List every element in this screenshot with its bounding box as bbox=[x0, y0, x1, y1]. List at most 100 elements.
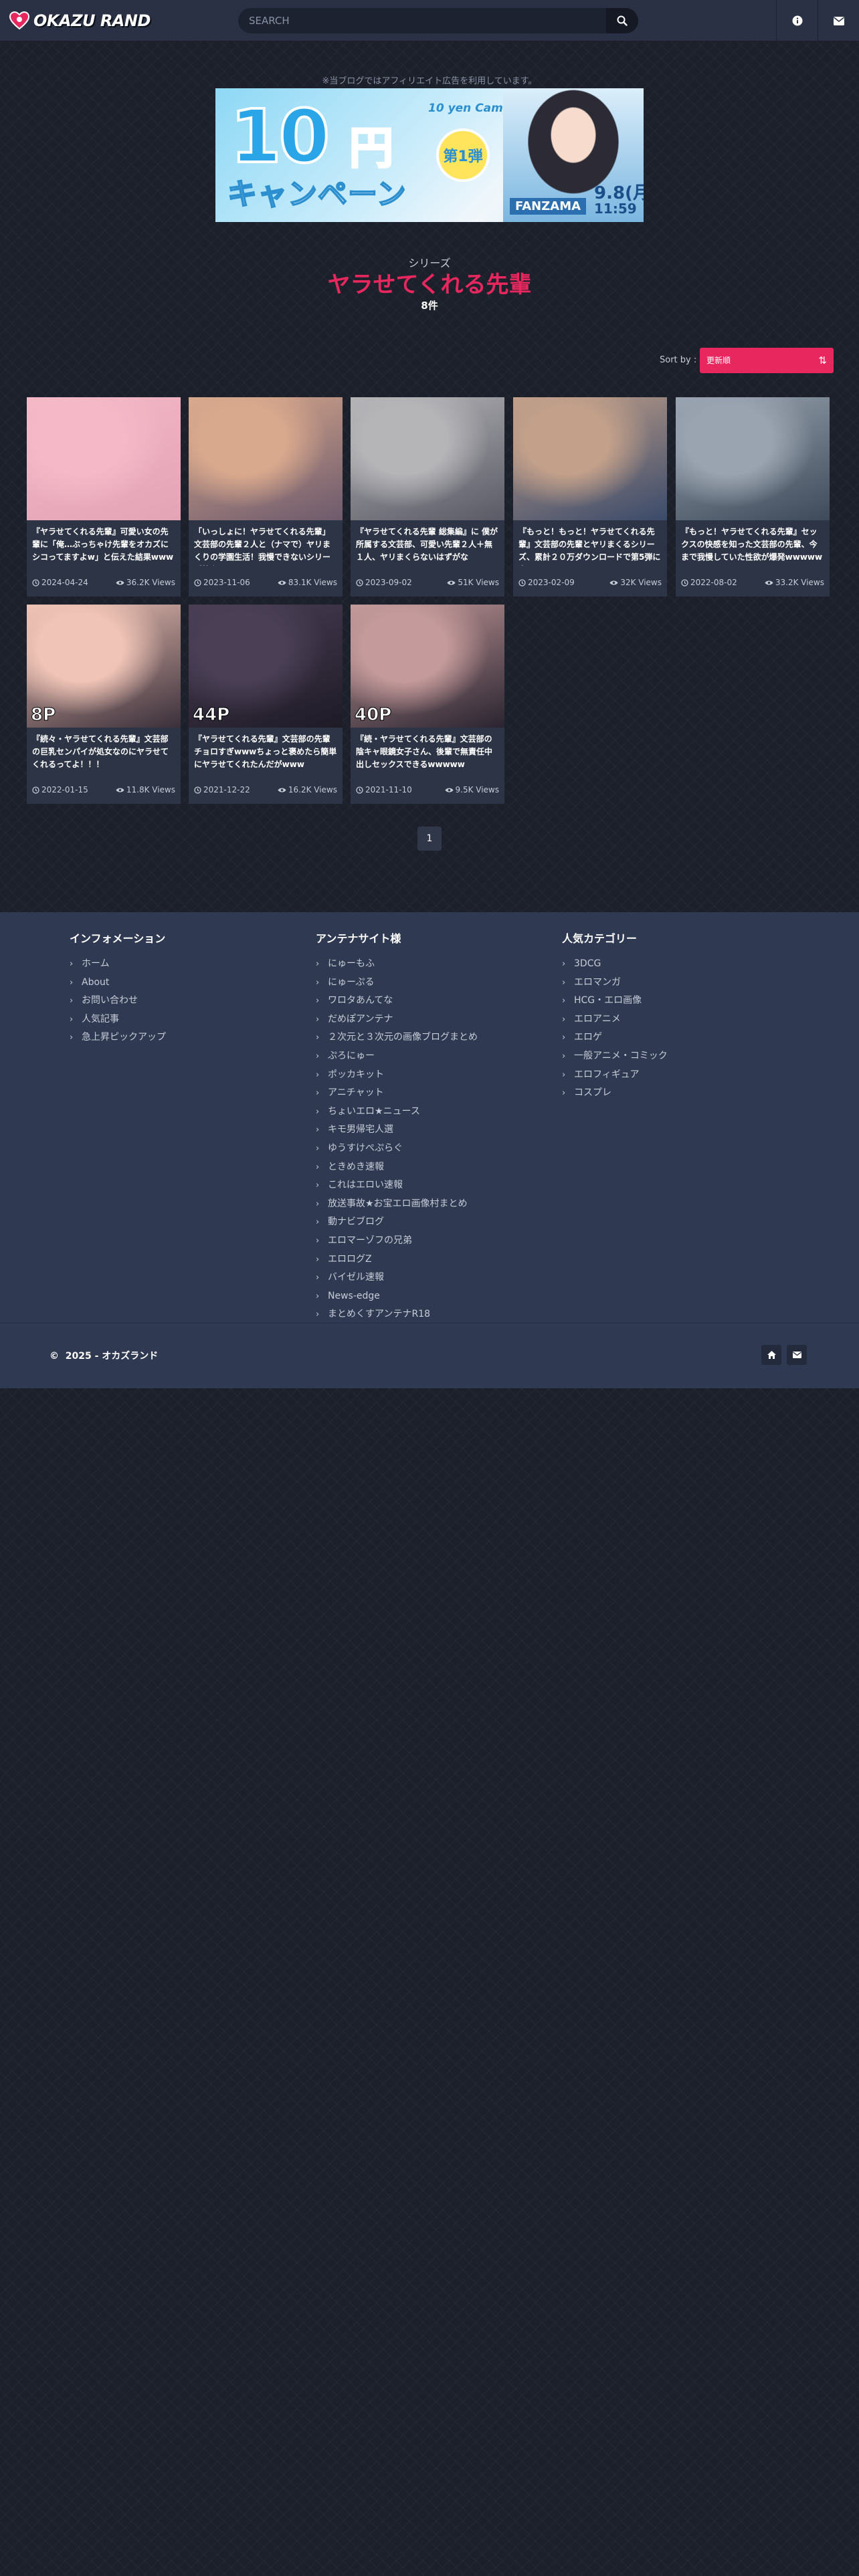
chevron-right-icon: › bbox=[316, 1291, 320, 1301]
post-thumbnail[interactable] bbox=[513, 397, 667, 520]
site-header: OKAZU RAND bbox=[0, 0, 859, 41]
footer-categories-heading: 人気カテゴリー bbox=[562, 932, 638, 945]
mail-button[interactable] bbox=[818, 0, 859, 41]
footer-antenna-link[interactable]: › エロログZ bbox=[316, 1251, 478, 1269]
search-bar bbox=[238, 8, 638, 33]
post-title[interactable]: 『もっと！ヤラせてくれる先輩』セックスの快感を知った文芸部の先輩、今まで我慢して… bbox=[681, 526, 824, 566]
footer-info-link[interactable]: › 人気記事 bbox=[70, 1010, 166, 1029]
banner-big-number: 10 bbox=[229, 92, 331, 181]
footer-antenna-link[interactable]: › ポッカキット bbox=[316, 1066, 478, 1085]
chevron-right-icon: › bbox=[316, 959, 320, 969]
footer-info-link[interactable]: › お問い合わせ bbox=[70, 992, 166, 1010]
site-logo[interactable]: OKAZU RAND bbox=[9, 10, 151, 31]
footer-antenna-link[interactable]: › アニチャット bbox=[316, 1084, 478, 1103]
footer-antenna-link[interactable]: › ワロタあんてな bbox=[316, 992, 478, 1010]
history-icon bbox=[356, 786, 363, 794]
footer-category-link[interactable]: › エロフィギュア bbox=[562, 1066, 668, 1085]
post-card[interactable]: 『ヤラせてくれる先輩 総集編』に 僕が所属する文芸部、可愛い先輩２人＋無１人、ヤ… bbox=[351, 397, 504, 597]
post-card[interactable]: 『もっと！ヤラせてくれる先輩』セックスの快感を知った文芸部の先輩、今まで我慢して… bbox=[676, 397, 830, 597]
post-thumbnail[interactable]: 44P bbox=[189, 605, 343, 728]
footer-antenna-link[interactable]: › キモ男帰宅人選 bbox=[316, 1121, 478, 1140]
post-title[interactable]: 『ヤラせてくれる先輩』文芸部の先輩チョロすぎwwwちょっと褒めたら簡単にヤラせて… bbox=[194, 733, 337, 773]
footer-info-link[interactable]: › 急上昇ピックアップ bbox=[70, 1029, 166, 1047]
post-date: 2021-11-10 bbox=[356, 785, 412, 794]
footer-category-link[interactable]: › コスプレ bbox=[562, 1084, 668, 1103]
history-icon bbox=[32, 786, 39, 794]
post-thumbnail[interactable] bbox=[351, 397, 504, 520]
footer-info-column: インフォメーション › ホーム › About › お問い合わせ › 人気記事 › 急上昇ピックア… bbox=[70, 930, 166, 1047]
footer-antenna-link[interactable]: › バイゼル速報 bbox=[316, 1269, 478, 1287]
chevron-right-icon: › bbox=[70, 977, 74, 988]
chevron-right-icon: › bbox=[316, 1198, 320, 1209]
footer-antenna-link[interactable]: › ２次元と３次元の画像ブログまとめ bbox=[316, 1029, 478, 1047]
info-button[interactable] bbox=[776, 0, 818, 41]
footer-antenna-link[interactable]: › ゆうすけぺぷらぐ bbox=[316, 1140, 478, 1158]
post-views: 32K Views bbox=[609, 578, 662, 587]
footer-info-link[interactable]: › ホーム bbox=[70, 955, 166, 974]
footer-category-link[interactable]: › HCG・エロ画像 bbox=[562, 992, 668, 1010]
footer-category-link[interactable]: › エロマンガ bbox=[562, 974, 668, 992]
footer-antenna-link[interactable]: › 放送事故★お宝エロ画像村まとめ bbox=[316, 1195, 478, 1214]
post-title[interactable]: 『もっと！もっと！ヤラせてくれる先輩』文芸部の先輩とヤリまくるシリーズ、累計２０… bbox=[518, 526, 662, 566]
footer-antenna-link[interactable]: › まとめくすアンテナR18 bbox=[316, 1305, 478, 1324]
chevron-right-icon: › bbox=[70, 1033, 74, 1043]
footer-antenna-link[interactable]: › にゅーぷる bbox=[316, 974, 478, 992]
history-icon bbox=[194, 786, 201, 794]
post-title[interactable]: 「いっしょに！ヤラせてくれる先輩」文芸部の先輩２人と（ナマで）ヤリまくりの学園生… bbox=[194, 526, 337, 566]
footer-antenna-link-label: にゅーぷる bbox=[328, 976, 375, 988]
footer-home-button[interactable] bbox=[761, 1345, 781, 1365]
post-views-text: 33.2K Views bbox=[775, 578, 824, 587]
footer-antenna-link[interactable]: › ちょいエロ★ニュース bbox=[316, 1103, 478, 1121]
search-input[interactable] bbox=[238, 8, 606, 33]
post-views: 33.2K Views bbox=[765, 578, 824, 587]
ad-banner[interactable]: 10 円 キャンペーン 10 yen Campaign 第1弾 FANZAMA … bbox=[215, 88, 644, 222]
footer-antenna-link[interactable]: › だめぽアンテナ bbox=[316, 1010, 478, 1029]
footer-antenna-link[interactable]: › これはエロい速報 bbox=[316, 1176, 478, 1195]
footer-antenna-link[interactable]: › にゅーもふ bbox=[316, 955, 478, 974]
footer-antenna-link-label: News-edge bbox=[328, 1290, 380, 1301]
footer-mail-button[interactable] bbox=[787, 1345, 807, 1365]
footer-antenna-link[interactable]: › エロマーゾフの兄弟 bbox=[316, 1232, 478, 1251]
post-thumbnail[interactable] bbox=[27, 397, 181, 520]
footer-category-link[interactable]: › 一般アニメ・コミック bbox=[562, 1047, 668, 1066]
footer-antenna-link-label: ２次元と３次元の画像ブログまとめ bbox=[328, 1032, 478, 1043]
footer-antenna-link-label: ポッカキット bbox=[328, 1069, 384, 1080]
footer-info-link[interactable]: › About bbox=[70, 974, 166, 992]
post-title[interactable]: 『ヤラせてくれる先輩』可愛い女の先輩に「俺…ぶっちゃけ先輩をオカズにシコってます… bbox=[32, 526, 175, 566]
footer-antenna-link[interactable]: › 動ナビブログ bbox=[316, 1213, 478, 1232]
footer-category-link[interactable]: › エロゲ bbox=[562, 1029, 668, 1047]
post-title[interactable]: 『ヤラせてくれる先輩 総集編』に 僕が所属する文芸部、可愛い先輩２人＋無１人、ヤ… bbox=[356, 526, 499, 566]
chevron-right-icon: › bbox=[562, 1088, 566, 1099]
post-card[interactable]: 40P 『続・ヤラせてくれる先輩』文芸部の陰キャ眼鏡女子さん、後輩で無責任中出しセ… bbox=[351, 605, 504, 804]
banner-campaign: キャンペーン bbox=[227, 177, 407, 212]
post-thumbnail[interactable] bbox=[676, 397, 830, 520]
post-date-text: 2023-02-09 bbox=[528, 578, 575, 587]
post-thumbnail[interactable]: 8P bbox=[27, 605, 181, 728]
footer-category-link[interactable]: › 3DCG bbox=[562, 955, 668, 974]
sort-select[interactable]: 更新順 ⇅ bbox=[700, 348, 834, 373]
post-card[interactable]: 8P 『続々・ヤラせてくれる先輩』文芸部の巨乳センパイが処女なのにヤラせてくれるっ… bbox=[27, 605, 181, 804]
heart-logo-icon bbox=[9, 11, 29, 30]
chevron-right-icon: › bbox=[316, 1273, 320, 1283]
post-thumbnail[interactable] bbox=[189, 397, 343, 520]
footer-info-link-label: 人気記事 bbox=[82, 1013, 119, 1025]
search-button[interactable] bbox=[606, 8, 638, 33]
footer-categories-column: 人気カテゴリー › 3DCG › エロマンガ › HCG・エロ画像 › エロアニメ › エロゲ › 一… bbox=[562, 930, 668, 1103]
footer-antenna-link[interactable]: › ときめき速報 bbox=[316, 1158, 478, 1177]
post-card[interactable]: 「いっしょに！ヤラせてくれる先輩」文芸部の先輩２人と（ナマで）ヤリまくりの学園生… bbox=[189, 397, 343, 597]
footer-antenna-link[interactable]: › News-edge bbox=[316, 1287, 478, 1306]
post-title[interactable]: 『続々・ヤラせてくれる先輩』文芸部の巨乳センパイが処女なのにヤラせてくれるってよ… bbox=[32, 733, 175, 773]
post-title[interactable]: 『続・ヤラせてくれる先輩』文芸部の陰キャ眼鏡女子さん、後輩で無責任中出しセックス… bbox=[356, 733, 499, 773]
pagination-page-1[interactable]: 1 bbox=[417, 827, 442, 851]
footer-antenna-link-label: キモ男帰宅人選 bbox=[328, 1124, 393, 1136]
footer-antenna-link[interactable]: › ぷろにゅー bbox=[316, 1047, 478, 1066]
footer-category-link[interactable]: › エロアニメ bbox=[562, 1010, 668, 1029]
chevron-right-icon: › bbox=[562, 1069, 566, 1080]
post-thumbnail[interactable]: 40P bbox=[351, 605, 504, 728]
post-card[interactable]: 『もっと！もっと！ヤラせてくれる先輩』文芸部の先輩とヤリまくるシリーズ、累計２０… bbox=[513, 397, 667, 597]
chevron-right-icon: › bbox=[316, 1235, 320, 1246]
post-date: 2023-11-06 bbox=[194, 578, 250, 587]
post-views: 36.2K Views bbox=[116, 578, 175, 587]
post-card[interactable]: 44P 『ヤラせてくれる先輩』文芸部の先輩チョロすぎwwwちょっと褒めたら簡単にヤ… bbox=[189, 605, 343, 804]
post-card[interactable]: 『ヤラせてくれる先輩』可愛い女の先輩に「俺…ぶっちゃけ先輩をオカズにシコってます… bbox=[27, 397, 181, 597]
